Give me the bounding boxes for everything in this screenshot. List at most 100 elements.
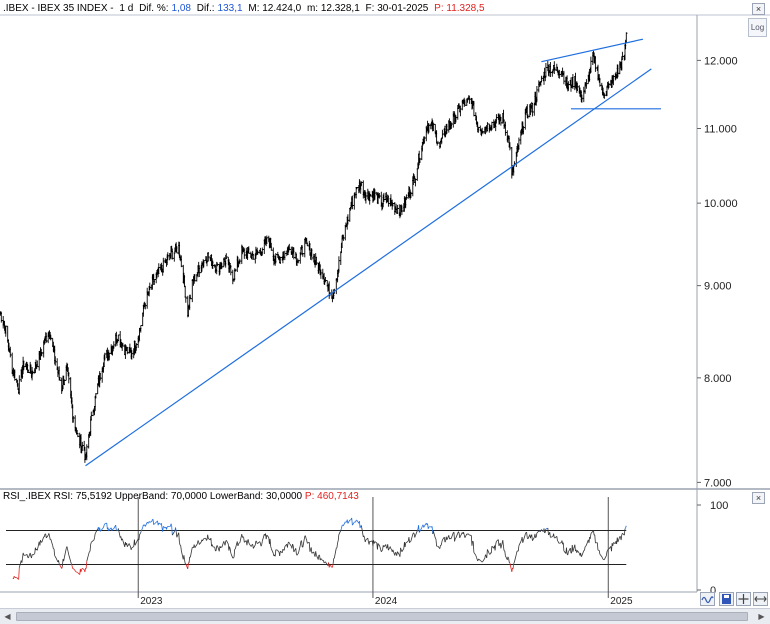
rsi-segment [408, 537, 410, 543]
rsi-segment [532, 537, 535, 541]
floppy-icon [722, 594, 731, 604]
rsi-segment [43, 533, 46, 537]
rsi-segment [547, 528, 549, 536]
rsi-segment [332, 558, 335, 564]
rsi-segment [171, 531, 175, 536]
rsi-segment [139, 532, 142, 534]
crosshair-icon [738, 594, 749, 604]
rsi-segment [476, 557, 478, 560]
rsi-segment [566, 547, 568, 555]
rsi-segment [101, 527, 104, 530]
rsi-segment [418, 525, 420, 533]
rsi-segment [224, 541, 227, 546]
rsi-segment [392, 549, 396, 556]
rsi-segment [606, 550, 608, 552]
horizontal-scrollbar[interactable]: ◀ ▶ [0, 608, 770, 624]
rsi-segment [424, 522, 427, 527]
rsi-tick-label: 100 [710, 500, 728, 512]
rsi-segment [475, 555, 477, 558]
rsi-segment [252, 544, 256, 549]
price-bar [173, 252, 176, 262]
lower-band-label: LowerBand: 30,0000 [209, 491, 303, 502]
rsi-segment [70, 561, 72, 564]
rsi-segment [247, 539, 250, 544]
rsi-segment [520, 539, 522, 542]
rsi-segment [146, 521, 149, 524]
symbol-label: .IBEX - IBEX 35 INDEX - [3, 3, 117, 14]
rsi-segment [530, 535, 532, 539]
rsi-segment [337, 540, 339, 544]
rsi-segment [472, 540, 474, 542]
reset-zoom-button[interactable] [753, 592, 768, 606]
rsi-segment [53, 548, 56, 556]
rsi-segment [596, 542, 599, 551]
price-bar [0, 311, 3, 323]
rsi-segment [368, 541, 371, 545]
rsi-segment [336, 542, 338, 548]
drawing-tools-button[interactable] [700, 592, 715, 606]
rsi-segment [207, 534, 209, 539]
close-price-pane-button[interactable]: × [752, 3, 765, 15]
rsi-segment [84, 568, 86, 573]
close-rsi-pane-button[interactable]: × [752, 492, 765, 504]
rsi-segment [225, 540, 229, 545]
rsi-segment [495, 541, 497, 545]
rsi-segment [287, 543, 289, 548]
rsi-segment [243, 537, 245, 543]
dif-value: 133,1 [217, 3, 243, 14]
rsi-segment [103, 524, 105, 528]
rsi-segment [306, 540, 308, 544]
rsi-segment [511, 567, 513, 572]
rsi-segment [61, 559, 64, 567]
rsi-segment [21, 558, 23, 563]
rsi-segment [367, 538, 369, 543]
rsi-segment [66, 546, 68, 549]
rsi-segment [144, 521, 148, 527]
rsi-segment [112, 528, 115, 530]
rsi-segment [552, 535, 554, 538]
rsi-segment [261, 534, 265, 542]
scroll-left-icon[interactable]: ◀ [2, 611, 13, 622]
rsi-segment [434, 537, 437, 540]
dif-label: Dif.: [196, 3, 215, 14]
rsi-segment [160, 523, 163, 528]
rsi-segment [590, 531, 594, 534]
save-layout-button[interactable] [719, 592, 734, 606]
rsi-segment [270, 546, 272, 549]
rsi-segment [52, 545, 54, 549]
scroll-right-icon[interactable]: ▶ [756, 611, 767, 622]
rsi-segment [194, 544, 198, 548]
rsi-segment [180, 545, 182, 551]
rsi-segment [396, 551, 398, 556]
rsi-segment [301, 540, 303, 548]
rsi-segment [624, 527, 626, 530]
rsi-segment [229, 546, 231, 550]
price-bar [517, 137, 521, 150]
rsi-segment [577, 550, 580, 554]
rsi-segment [166, 526, 169, 528]
rsi-segment [41, 536, 45, 543]
rsi-segment [17, 577, 19, 580]
rsi-segment [121, 538, 124, 541]
rsi-segment [378, 544, 382, 552]
price-bar [238, 258, 241, 265]
rsi-segment [460, 532, 463, 537]
rsi-segment [102, 527, 104, 529]
rsi-segment [49, 535, 51, 540]
rsi-segment [500, 540, 504, 549]
rsi-segment [67, 551, 70, 556]
min-label: m: 12.328,1 [306, 3, 360, 14]
scrollbar-thumb[interactable] [16, 612, 748, 621]
lock-zoom-button[interactable] [736, 592, 751, 606]
max-label: M: 12.424,0 [248, 3, 302, 14]
rsi-segment [85, 561, 88, 569]
wave-icon [701, 596, 714, 604]
rsi-segment [574, 544, 576, 552]
rsi-segment [359, 521, 361, 528]
price-tick-label: 10.000 [704, 198, 738, 210]
rsi-segment [580, 555, 583, 557]
log-scale-toggle[interactable]: Log [748, 18, 767, 37]
rsi-segment [388, 546, 391, 551]
date-label: F: 30-01-2025 [365, 3, 429, 14]
rsi-segment [82, 567, 85, 570]
